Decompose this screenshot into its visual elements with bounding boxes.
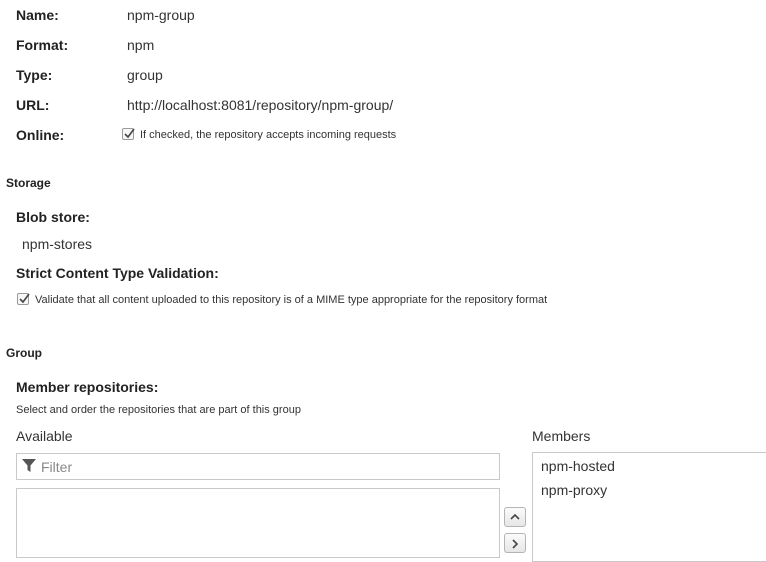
type-value: group bbox=[127, 67, 163, 83]
chevron-up-icon bbox=[510, 513, 520, 520]
strict-validation-label: Strict Content Type Validation: bbox=[16, 265, 219, 281]
member-repositories-help: Select and order the repositories that a… bbox=[16, 404, 301, 416]
name-label: Name: bbox=[16, 7, 59, 23]
move-right-button[interactable] bbox=[504, 533, 526, 553]
online-label: Online: bbox=[16, 127, 65, 143]
group-section-title: Group bbox=[6, 346, 42, 360]
strict-validation-help-text: Validate that all content uploaded to th… bbox=[35, 294, 548, 306]
list-item[interactable]: npm-hosted bbox=[541, 458, 615, 474]
format-label: Format: bbox=[16, 37, 69, 53]
list-item[interactable]: npm-proxy bbox=[541, 482, 607, 498]
strict-validation-checkbox[interactable] bbox=[17, 292, 30, 310]
check-icon bbox=[122, 128, 135, 140]
filter-icon bbox=[22, 459, 36, 478]
url-value: http://localhost:8081/repository/npm-gro… bbox=[127, 97, 394, 113]
name-value: npm-group bbox=[127, 7, 195, 23]
blob-store-value: npm-stores bbox=[22, 236, 93, 252]
type-label: Type: bbox=[16, 67, 53, 83]
available-label: Available bbox=[16, 428, 73, 444]
member-repositories-label: Member repositories: bbox=[16, 379, 159, 395]
check-icon bbox=[17, 293, 30, 305]
filter-field[interactable] bbox=[16, 453, 500, 480]
blob-store-label: Blob store: bbox=[16, 209, 90, 225]
url-label: URL: bbox=[16, 97, 50, 113]
filter-input[interactable] bbox=[41, 454, 491, 479]
move-up-button[interactable] bbox=[504, 507, 526, 527]
members-list[interactable]: npm-hosted npm-proxy bbox=[532, 452, 766, 562]
storage-section-title: Storage bbox=[6, 176, 51, 190]
members-label: Members bbox=[532, 428, 591, 444]
format-value: npm bbox=[127, 37, 155, 53]
online-help-text: If checked, the repository accepts incom… bbox=[140, 129, 397, 141]
online-checkbox[interactable] bbox=[122, 127, 135, 145]
